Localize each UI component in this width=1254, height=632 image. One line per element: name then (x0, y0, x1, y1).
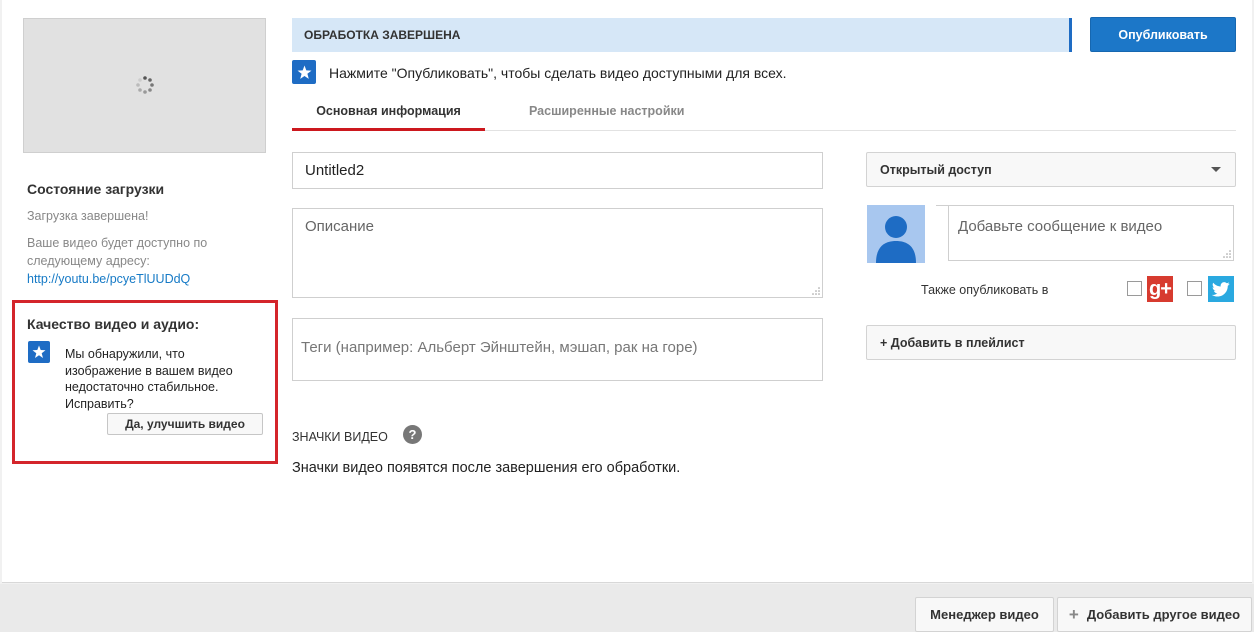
user-silhouette-icon (876, 216, 916, 263)
tab-advanced-settings[interactable]: Расширенные настройки (529, 104, 684, 118)
star-icon (292, 60, 316, 84)
quality-title: Качество видео и аудио: (27, 316, 200, 332)
publish-button[interactable]: Опубликовать (1090, 17, 1236, 52)
tab-basic-info[interactable]: Основная информация (292, 104, 485, 118)
help-icon[interactable]: ? (403, 425, 422, 444)
add-to-playlist-button[interactable]: + Добавить в плейлист (866, 325, 1236, 360)
publish-notice: Нажмите "Опубликовать", чтобы сделать ви… (329, 65, 787, 81)
resize-grip-icon[interactable] (1222, 249, 1231, 258)
thumbnails-note: Значки видео появятся после завершения е… (292, 460, 681, 476)
gplus-checkbox[interactable] (1127, 281, 1142, 296)
processing-status-text: ОБРАБОТКА ЗАВЕРШЕНА (304, 28, 461, 42)
upload-done-text: Загрузка завершена! (27, 209, 149, 223)
google-plus-icon: g+ (1147, 276, 1173, 302)
loading-spinner-icon (136, 76, 154, 94)
video-url-link[interactable]: http://youtu.be/pcyeTlUUDdQ (27, 272, 190, 286)
twitter-checkbox[interactable] (1187, 281, 1202, 296)
message-placeholder: Добавьте сообщение к видео (958, 218, 1163, 235)
description-placeholder: Описание (305, 218, 375, 235)
upload-status-title: Состояние загрузки (27, 181, 165, 197)
also-publish-label: Также опубликовать в (921, 283, 1049, 297)
video-manager-button[interactable]: Менеджер видео (915, 597, 1054, 632)
tags-placeholder: Теги (например: Альберт Эйнштейн, мэшап,… (301, 339, 698, 356)
quality-panel: Качество видео и аудио: Мы обнаружили, ч… (12, 300, 278, 464)
upload-url-text: Ваше видео будет доступно по следующему … (27, 236, 208, 268)
thumbnails-title: ЗНАЧКИ ВИДЕО (292, 430, 388, 444)
chevron-down-icon (1211, 167, 1221, 172)
quality-message: Мы обнаружили, что изображение в вашем в… (65, 347, 233, 411)
star-icon (28, 341, 50, 363)
add-another-video-button[interactable]: + Добавить другое видео (1057, 597, 1252, 632)
privacy-select[interactable]: Открытый доступ (866, 152, 1236, 187)
title-input[interactable]: Untitled2 (292, 152, 823, 189)
upload-url-block: Ваше видео будет доступно по следующему … (27, 234, 267, 288)
twitter-icon (1208, 276, 1234, 302)
resize-grip-icon[interactable] (811, 286, 820, 295)
video-message-input[interactable]: Добавьте сообщение к видео (948, 205, 1234, 261)
add-another-video-label: Добавить другое видео (1086, 607, 1241, 622)
privacy-value: Открытый доступ (880, 162, 992, 177)
improve-video-button[interactable]: Да, улучшить видео (107, 413, 263, 435)
upload-panel: Состояние загрузки Загрузка завершена! В… (2, 0, 1252, 583)
video-thumbnail (23, 18, 266, 153)
avatar (867, 205, 925, 263)
tags-input[interactable]: Теги (например: Альберт Эйнштейн, мэшап,… (292, 318, 823, 381)
description-input[interactable]: Описание (292, 208, 823, 298)
plus-icon: + (1068, 604, 1079, 624)
active-tab-indicator (292, 128, 485, 131)
processing-status-bar: ОБРАБОТКА ЗАВЕРШЕНА (292, 18, 1072, 52)
